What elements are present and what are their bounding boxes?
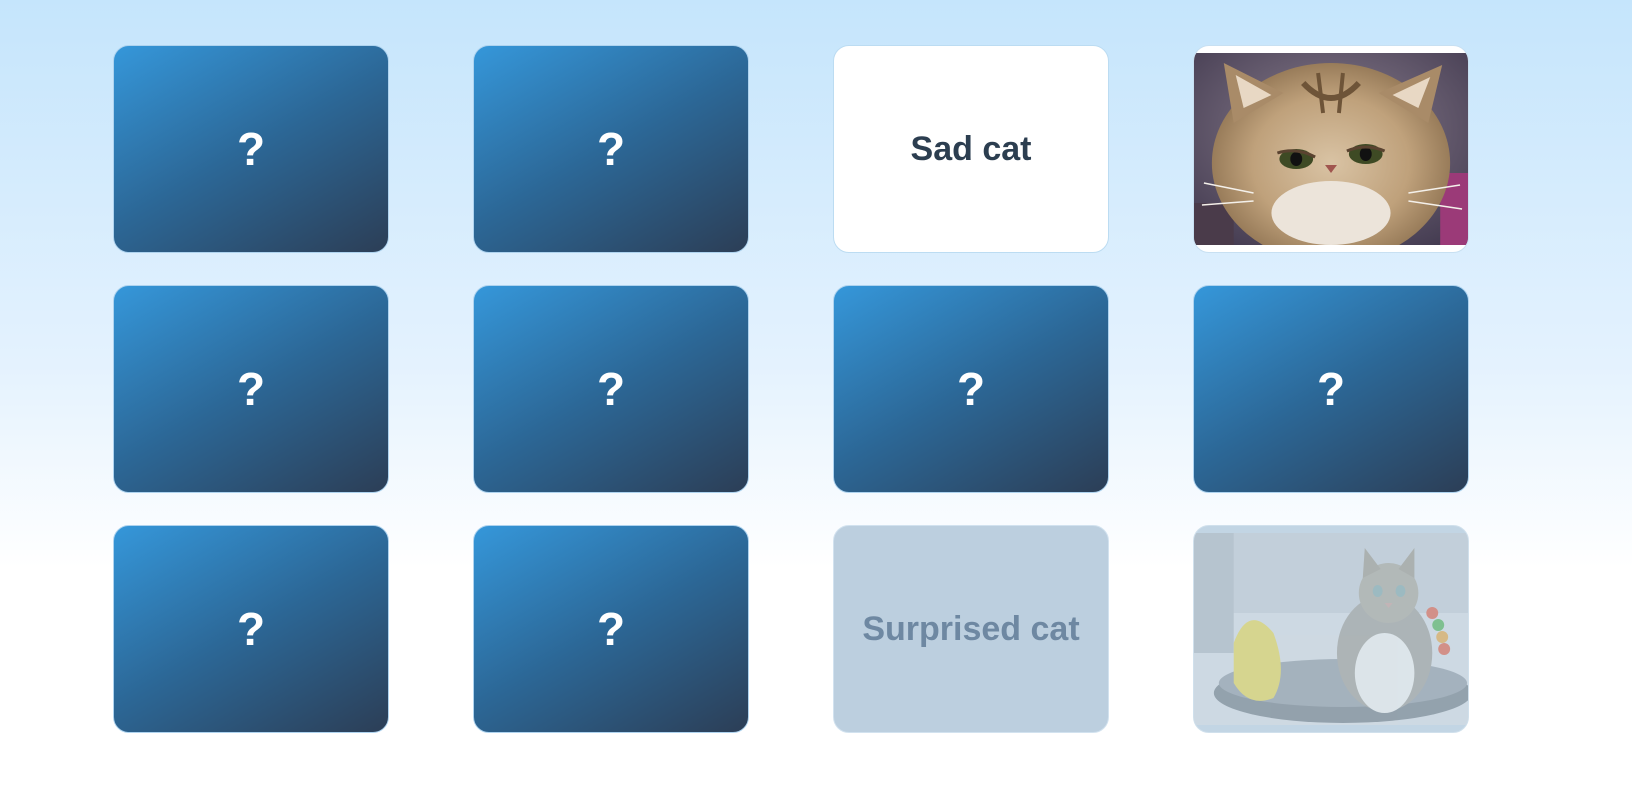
- question-mark: ?: [236, 363, 266, 415]
- card-7[interactable]: ?: [833, 285, 1109, 493]
- card-4-sad-cat-photo[interactable]: [1193, 45, 1469, 253]
- question-mark: ?: [1316, 363, 1346, 415]
- card-11-surprised-cat-label: Surprised cat: [833, 525, 1109, 733]
- card-6[interactable]: ?: [473, 285, 749, 493]
- card-label: Sad cat: [910, 129, 1032, 168]
- card-1[interactable]: ?: [113, 45, 389, 253]
- card-label: Surprised cat: [862, 609, 1080, 648]
- card-8[interactable]: ?: [1193, 285, 1469, 493]
- card-10[interactable]: ?: [473, 525, 749, 733]
- card-2[interactable]: ?: [473, 45, 749, 253]
- question-mark: ?: [596, 363, 626, 415]
- sad-persian-cat-photo: [1194, 53, 1468, 245]
- memory-board: ? ? Sad cat ? ? ? ? ? ? Surprised cat: [113, 45, 1469, 733]
- question-mark: ?: [236, 123, 266, 175]
- question-mark: ?: [956, 363, 986, 415]
- question-mark: ?: [596, 603, 626, 655]
- card-5[interactable]: ?: [113, 285, 389, 493]
- card-12-surprised-cat-photo: [1193, 525, 1469, 733]
- card-9[interactable]: ?: [113, 525, 389, 733]
- question-mark: ?: [596, 123, 626, 175]
- surprised-tabby-cat-photo: [1194, 533, 1468, 725]
- card-3-sad-cat-label[interactable]: Sad cat: [833, 45, 1109, 253]
- question-mark: ?: [236, 603, 266, 655]
